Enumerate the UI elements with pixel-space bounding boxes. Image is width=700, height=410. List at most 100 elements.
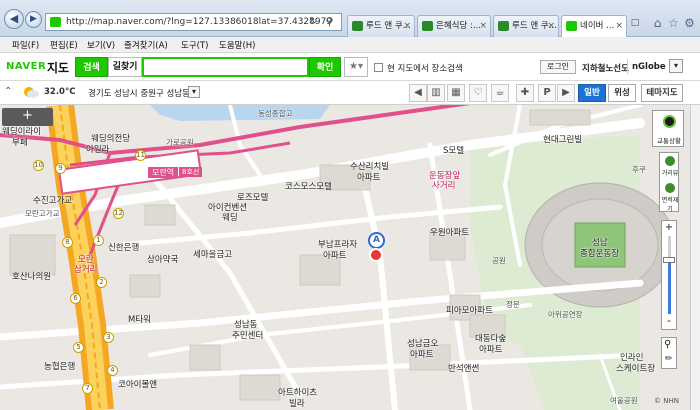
subway-exit[interactable]: 1 <box>93 235 104 246</box>
close-icon[interactable]: × <box>403 16 411 36</box>
ruler-icon[interactable]: ✏ <box>665 354 673 364</box>
close-icon[interactable]: × <box>547 16 555 36</box>
map-label[interactable]: 아위공연장 <box>548 309 583 320</box>
map-label[interactable]: 후쿠 <box>632 164 646 175</box>
star-icon[interactable]: ★▾ <box>344 57 368 77</box>
new-tab-icon[interactable]: □ <box>629 16 641 31</box>
station-name[interactable]: 모란역 <box>148 167 179 178</box>
map-label[interactable]: 농협은행 <box>44 360 75 372</box>
location-dropdown-icon[interactable]: ▾ <box>188 86 200 98</box>
search-input[interactable] <box>142 57 309 77</box>
tab-directions[interactable]: 길찾기 <box>108 57 142 77</box>
subway-exit[interactable]: 3 <box>103 332 114 343</box>
subway-exit[interactable]: 8 <box>62 237 73 248</box>
zoom-out-button[interactable]: - <box>664 315 674 327</box>
map-label[interactable]: 주민센터 <box>232 329 263 341</box>
mode-satellite[interactable]: 위성 <box>608 84 636 102</box>
map-label[interactable]: 빌라 <box>289 397 305 409</box>
tab-1[interactable]: 루드 앤 쿠... × <box>347 15 415 37</box>
subway-exit[interactable]: 5 <box>73 342 84 353</box>
subway-exit[interactable]: 2 <box>96 277 107 288</box>
subway-exit[interactable]: 6 <box>70 293 81 304</box>
tab-search[interactable]: 검색 <box>75 57 108 77</box>
subway-exit[interactable]: 9 <box>55 163 66 174</box>
subway-map-link[interactable]: 지하철노선도 <box>582 62 629 74</box>
close-icon[interactable]: × <box>479 16 487 36</box>
map-label[interactable]: 아파트 <box>323 249 346 261</box>
menu-file[interactable]: 파일(F) <box>12 39 39 51</box>
map-label[interactable]: 종합운동장 <box>580 247 619 259</box>
tab-3[interactable]: 루드 앤 쿠... × <box>493 15 559 37</box>
location-marker[interactable]: A <box>368 232 385 249</box>
map-label[interactable]: 현대그린빌 <box>543 133 582 145</box>
forward-button[interactable]: ▶ <box>25 11 42 28</box>
map-label[interactable]: 상아약국 <box>147 253 178 265</box>
restaurant-icon[interactable]: ♡ <box>469 84 487 102</box>
address-bar[interactable]: http://map.naver.com/?lng=127.13386018la… <box>45 13 342 31</box>
menu-favorites[interactable]: 즐겨찾기(A) <box>124 39 168 51</box>
subway-exit[interactable]: 12 <box>113 208 124 219</box>
map-label[interactable]: 우원아파트 <box>430 226 469 238</box>
map-label[interactable]: 사거리 <box>432 179 455 191</box>
next-icon[interactable]: ▶ <box>557 84 575 102</box>
menu-view[interactable]: 보기(V) <box>87 39 115 51</box>
magnifier-icon[interactable]: ⚲ <box>664 339 671 350</box>
naver-logo[interactable]: NAVER <box>6 61 46 72</box>
map-label[interactable]: 아파트 <box>410 348 433 360</box>
parking-icon[interactable]: P <box>538 84 556 102</box>
prev-icon[interactable]: ◀ <box>409 84 427 102</box>
map-label[interactable]: 동성종합고 <box>258 108 293 119</box>
roadview-icon[interactable] <box>665 156 675 166</box>
chevron-down-icon[interactable]: ▾ <box>669 59 683 73</box>
tab-4-active[interactable]: 네이버 ... × <box>561 15 627 38</box>
zoom-in-button[interactable]: + <box>664 223 674 233</box>
map-canvas[interactable]: 모란역 8호선 웨딩이라이 부페 웨딩의전당 아일라 가로공원 동성종합고 현대… <box>0 105 700 410</box>
map-label[interactable]: M타워 <box>128 313 151 325</box>
bus-icon[interactable]: ▥ <box>427 84 445 102</box>
map-label[interactable]: 피아모아파트 <box>446 304 493 316</box>
traffic-button[interactable]: 교통상황 <box>652 110 684 147</box>
map-label[interactable]: 세마을금고 <box>193 248 232 260</box>
menu-edit[interactable]: 편집(E) <box>50 39 78 51</box>
area-label[interactable]: 면적재기 <box>659 195 681 213</box>
close-icon[interactable]: × <box>615 16 623 36</box>
map-label[interactable]: 아일라 <box>86 143 109 155</box>
zoom-slider-handle[interactable] <box>663 257 675 263</box>
subway-exit[interactable]: 4 <box>107 365 118 376</box>
map-label[interactable]: 반석앤썬 <box>448 362 479 374</box>
distance-label[interactable]: 거리뷰 <box>659 168 681 177</box>
back-button[interactable]: ◀ <box>4 9 24 29</box>
map-label[interactable]: 웨딩 <box>222 211 238 223</box>
map-label[interactable]: 신한은행 <box>108 241 139 253</box>
scrollbar[interactable] <box>690 105 700 410</box>
map-label[interactable]: 코스모스모텔 <box>285 180 332 192</box>
map-label[interactable]: 가로공원 <box>166 137 194 148</box>
gear-icon[interactable]: ⚙ <box>682 16 697 31</box>
map-label[interactable]: 부페 <box>12 136 28 148</box>
map-label[interactable]: 공원 <box>492 255 506 266</box>
tab-2[interactable]: 은혜식당 :... × <box>417 15 491 37</box>
map-label[interactable]: 수진고가교 <box>33 194 72 206</box>
subway-exit[interactable]: 10 <box>33 160 44 171</box>
nglobe-link[interactable]: nGlobe <box>632 62 666 72</box>
map-label[interactable]: 삼거리 <box>74 263 97 275</box>
subway-icon[interactable]: ▦ <box>447 84 465 102</box>
expand-panel-button[interactable]: + <box>2 108 53 126</box>
home-icon[interactable]: ⌂ <box>650 16 665 31</box>
refresh-icon[interactable]: ↻ <box>306 14 321 29</box>
map-label[interactable]: 아파트 <box>479 343 502 355</box>
map-label[interactable]: S모텔 <box>443 144 464 156</box>
pin-icon[interactable] <box>369 248 383 262</box>
hospital-icon[interactable]: ✚ <box>516 84 534 102</box>
map-label[interactable]: 정문 <box>506 299 520 310</box>
collapse-icon[interactable]: ⌃ <box>4 86 12 97</box>
map-label[interactable]: 모란고가교 <box>25 208 60 219</box>
map-label[interactable]: 호산나의원 <box>12 270 51 282</box>
cafe-icon[interactable]: ☕ <box>491 84 509 102</box>
confirm-button[interactable]: 확인 <box>309 57 341 77</box>
subway-exit[interactable]: 7 <box>82 383 93 394</box>
map-label[interactable]: 코아이몰앤 <box>118 378 157 390</box>
map-label[interactable]: 스케이트장 <box>616 362 655 374</box>
mode-theme[interactable]: 테마지도 <box>641 84 683 102</box>
area-icon[interactable] <box>665 183 675 193</box>
